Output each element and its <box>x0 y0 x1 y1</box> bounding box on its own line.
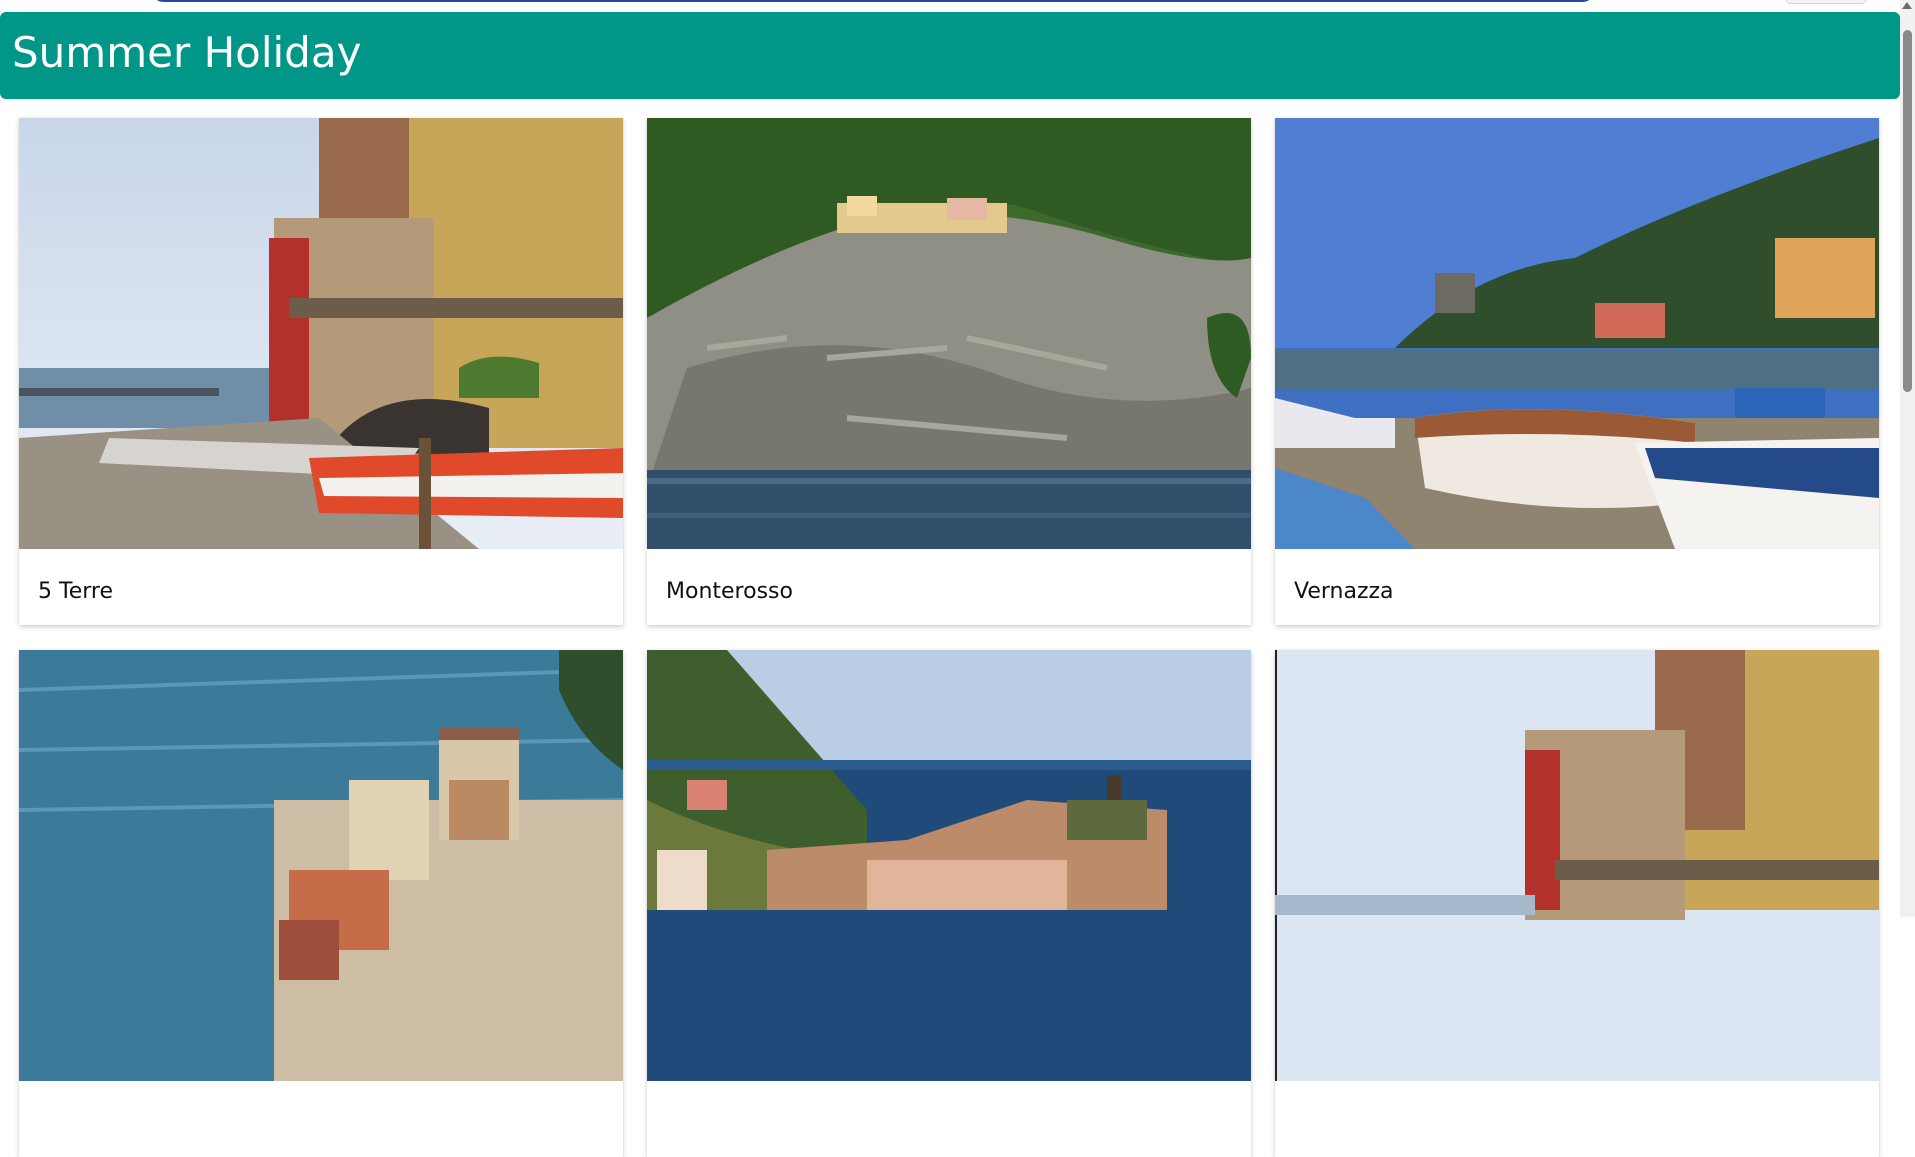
address-bar[interactable] <box>150 0 1596 2</box>
card-caption: Vernazza <box>1294 579 1394 604</box>
photo-beach-boats[interactable] <box>1275 118 1879 549</box>
scrollbar-thumb[interactable] <box>1903 30 1912 392</box>
card-caption <box>647 1081 1251 1157</box>
photo-grid: 5 Terre Monterosso Vernazza <box>19 118 1881 1157</box>
photo-harbor-buildings[interactable] <box>1275 650 1879 1081</box>
card-caption <box>1275 1081 1879 1157</box>
toolbar-button[interactable] <box>1785 0 1867 4</box>
card-caption <box>19 1081 623 1157</box>
photo-card[interactable]: Vernazza <box>1275 118 1879 625</box>
page-header: Summer Holiday <box>0 12 1900 99</box>
photo-card[interactable] <box>19 650 623 1157</box>
photo-sea-cliff-houses[interactable] <box>19 650 623 1081</box>
photo-coastal-town[interactable] <box>647 650 1251 1081</box>
photo-card[interactable] <box>647 650 1251 1157</box>
photo-cliff-village[interactable] <box>647 118 1251 549</box>
card-caption: 5 Terre <box>38 579 113 604</box>
page-title: Summer Holiday <box>12 28 362 77</box>
card-caption: Monterosso <box>666 579 793 604</box>
photo-card[interactable]: Monterosso <box>647 118 1251 625</box>
scroll-up-arrow-icon[interactable] <box>1902 2 1912 9</box>
photo-card[interactable]: 5 Terre <box>19 118 623 625</box>
vertical-scrollbar[interactable] <box>1900 0 1915 917</box>
photo-card[interactable] <box>1275 650 1879 1157</box>
photo-harbor-boats[interactable] <box>19 118 623 549</box>
